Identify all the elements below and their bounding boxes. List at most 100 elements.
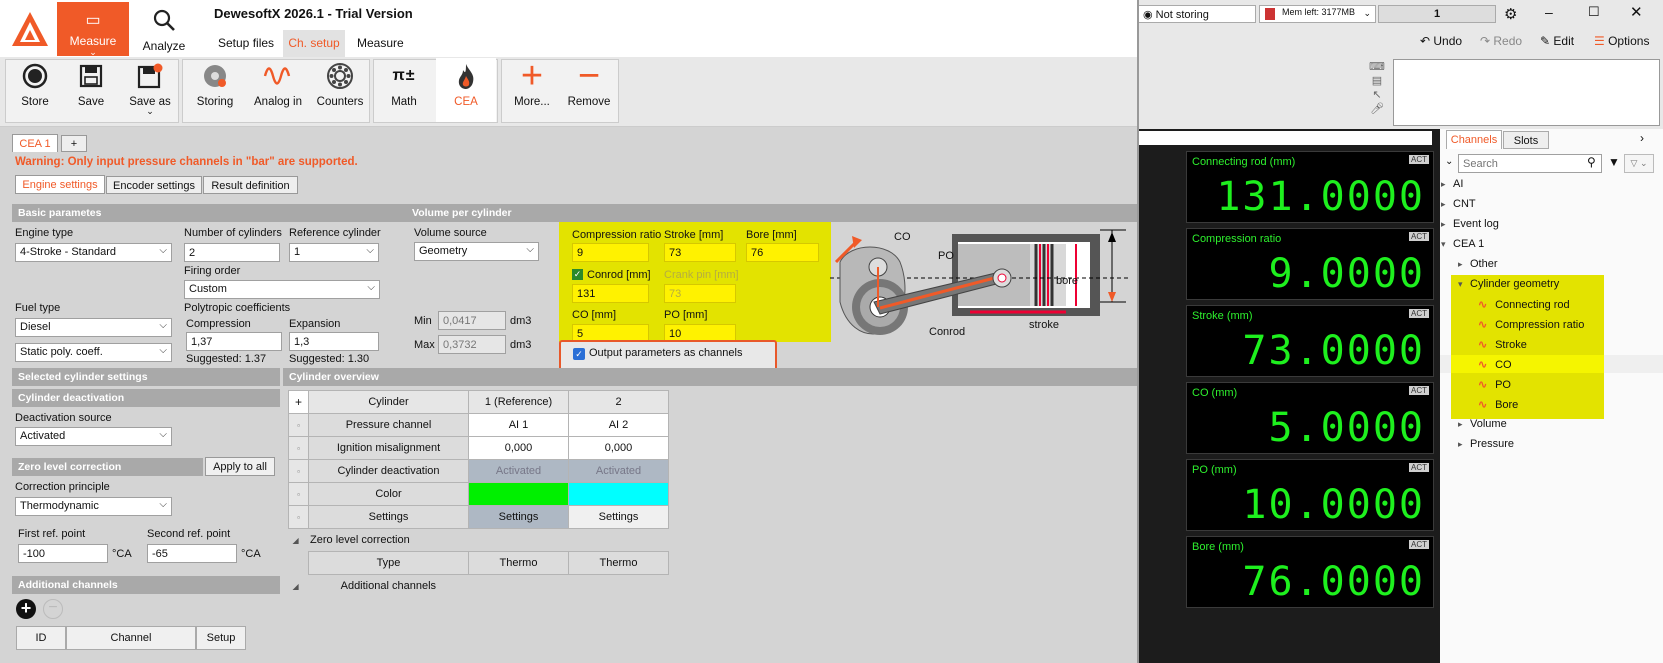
channel-stroke[interactable]: ∿ Stroke [1478, 338, 1527, 351]
tree-item-cea[interactable]: ▾ CEA 1 [1441, 238, 1484, 250]
note-icon[interactable]: ▤ [1368, 74, 1386, 88]
storing-status[interactable]: ◉ Not storing [1138, 5, 1256, 23]
poly-mode-select[interactable]: Static poly. coeff. ⌵ [15, 343, 172, 362]
remove-button[interactable]: − Remove [561, 55, 617, 122]
fuel-type-select[interactable]: Diesel ⌵ [15, 318, 172, 337]
bore-input[interactable] [746, 243, 819, 262]
cea-button[interactable]: CEA [436, 58, 496, 122]
search-input[interactable] [1458, 154, 1602, 173]
firing-order-select[interactable]: Custom ⌵ [184, 280, 380, 299]
channel-bore[interactable]: ∿ Bore [1478, 398, 1518, 411]
filter-icon[interactable]: ▼ [1608, 155, 1620, 169]
second-ref-input[interactable] [147, 544, 237, 563]
tab-engine-settings[interactable]: Engine settings [15, 175, 105, 194]
filter-dropdown[interactable]: ▽ ⌄ [1624, 154, 1654, 173]
row-handle[interactable]: ▫ [288, 482, 309, 506]
deactivation-cell-2[interactable]: Activated [568, 459, 669, 483]
storing-button[interactable]: Storing [188, 58, 242, 122]
tab-ch-setup[interactable]: Ch. setup [283, 30, 345, 57]
conrod-checkbox[interactable]: ✓ [572, 269, 583, 280]
output-params-checkbox[interactable]: ✓ [573, 348, 585, 360]
channel-co[interactable]: ∿ CO [1478, 358, 1512, 371]
stroke-input[interactable] [664, 243, 736, 262]
ignition-cell-1[interactable]: 0,000 [468, 436, 569, 460]
maximize-icon[interactable]: ☐ [1588, 4, 1600, 20]
tree-item-cnt[interactable]: ▸ CNT [1441, 198, 1476, 210]
compression-ratio-input[interactable] [572, 243, 649, 262]
type-cell-2[interactable]: Thermo [568, 551, 669, 575]
tree-item-event-log[interactable]: ▸ Event log [1441, 218, 1499, 230]
deactivation-cell-1[interactable]: Activated [468, 459, 569, 483]
digital-meter[interactable]: Bore (mm) ACT 76.0000 [1186, 536, 1434, 608]
minimize-icon[interactable]: – [1545, 4, 1553, 20]
remove-channel-icon[interactable]: − [43, 599, 63, 619]
more-button[interactable]: + More... [505, 55, 559, 122]
save-as-button[interactable]: Save as ⌄ [122, 58, 178, 122]
search-icon[interactable]: ⚲ [1587, 155, 1596, 169]
tab-cea-1[interactable]: CEA 1 [12, 134, 58, 152]
tab-measure[interactable]: Measure [357, 36, 404, 50]
tree-item-other[interactable]: ▸ Other [1458, 258, 1498, 270]
tree-item-ai[interactable]: ▸ AI [1441, 178, 1463, 190]
store-button[interactable]: Store [10, 58, 60, 122]
engine-type-select[interactable]: 4-Stroke - Standard ⌵ [15, 243, 172, 262]
options-button[interactable]: ☰ Options [1594, 34, 1649, 48]
settings-button-2[interactable]: Settings [568, 505, 669, 529]
ref-cylinder-select[interactable]: 1 ⌵ [289, 243, 379, 262]
row-handle[interactable]: ▫ [288, 459, 309, 483]
notes-area[interactable] [1393, 59, 1660, 126]
tab-slots[interactable]: Slots [1503, 131, 1549, 149]
apply-to-all-button[interactable]: Apply to all [205, 457, 275, 476]
gear-icon[interactable]: ⚙ [1504, 5, 1517, 23]
digital-meter[interactable]: Compression ratio ACT 9.0000 [1186, 228, 1434, 300]
row-handle[interactable]: ▫ [288, 413, 309, 437]
math-button[interactable]: π± Math [376, 58, 432, 122]
conrod-input[interactable] [572, 284, 649, 303]
channel-po[interactable]: ∿ PO [1478, 378, 1511, 391]
digital-meter[interactable]: Connecting rod (mm) ACT 131.0000 [1186, 151, 1434, 223]
correction-principle-select[interactable]: Thermodynamic ⌵ [15, 497, 172, 516]
pressure-channel-cell-2[interactable]: AI 2 [568, 413, 669, 437]
tab-result-definition[interactable]: Result definition [203, 176, 298, 194]
type-cell-1[interactable]: Thermo [468, 551, 569, 575]
notes-icons[interactable]: ⌨ ▤ ↖ 🎤︎ [1368, 60, 1386, 120]
redo-button[interactable]: ↷ Redo [1480, 34, 1522, 48]
additional-channels-group[interactable]: ◢ Additional channels [288, 574, 669, 598]
save-button[interactable]: Save [66, 58, 116, 122]
add-channel-icon[interactable]: + [16, 599, 36, 619]
color-cell-2[interactable] [568, 482, 669, 506]
pressure-channel-cell-1[interactable]: AI 1 [468, 413, 569, 437]
collapse-all-icon[interactable]: ⌄ [1445, 156, 1453, 167]
tab-encoder-settings[interactable]: Encoder settings [106, 176, 202, 194]
expansion-input[interactable] [289, 332, 379, 351]
undo-button[interactable]: ↶ Undo [1420, 34, 1462, 48]
compression-input[interactable] [186, 332, 282, 351]
settings-button-1[interactable]: Settings [468, 505, 569, 529]
tree-item-cylinder-geometry[interactable]: ▾ Cylinder geometry [1458, 278, 1559, 290]
num-cylinders-input[interactable] [184, 243, 280, 262]
digital-meter[interactable]: Stroke (mm) ACT 73.0000 [1186, 305, 1434, 377]
ignition-cell-2[interactable]: 0,000 [568, 436, 669, 460]
microphone-icon[interactable]: 🎤︎ [1368, 102, 1386, 116]
tree-item-pressure[interactable]: ▸ Pressure [1458, 438, 1514, 450]
analog-in-button[interactable]: Analog in [248, 58, 308, 122]
keyboard-icon[interactable]: ⌨ [1368, 60, 1386, 74]
digital-meter[interactable]: CO (mm) ACT 5.0000 [1186, 382, 1434, 454]
counters-button[interactable]: Counters [310, 58, 370, 122]
edit-button[interactable]: ✎ Edit [1540, 34, 1574, 48]
digital-meter[interactable]: PO (mm) ACT 10.0000 [1186, 459, 1434, 531]
pointer-icon[interactable]: ↖ [1368, 88, 1386, 102]
tab-setup-files[interactable]: Setup files [218, 36, 274, 50]
color-cell-1[interactable] [468, 482, 569, 506]
close-icon[interactable]: ✕ [1630, 3, 1643, 21]
zero-level-group[interactable]: ◢ Zero level correction [288, 528, 669, 552]
deactivation-source-select[interactable]: Activated ⌵ [15, 427, 172, 446]
volume-source-select[interactable]: Geometry ⌵ [414, 242, 539, 261]
memory-status[interactable]: Mem left: 3177MB ⌄ [1259, 5, 1376, 23]
tree-item-volume[interactable]: ▸ Volume [1458, 418, 1507, 430]
channel-compression-ratio[interactable]: ∿ Compression ratio [1478, 318, 1584, 331]
chevron-right-icon[interactable]: › [1640, 131, 1644, 145]
analyze-mode-button[interactable]: Analyze [136, 2, 192, 56]
row-handle[interactable]: ▫ [288, 436, 309, 460]
channel-connecting-rod[interactable]: ∿ Connecting rod [1478, 298, 1570, 311]
